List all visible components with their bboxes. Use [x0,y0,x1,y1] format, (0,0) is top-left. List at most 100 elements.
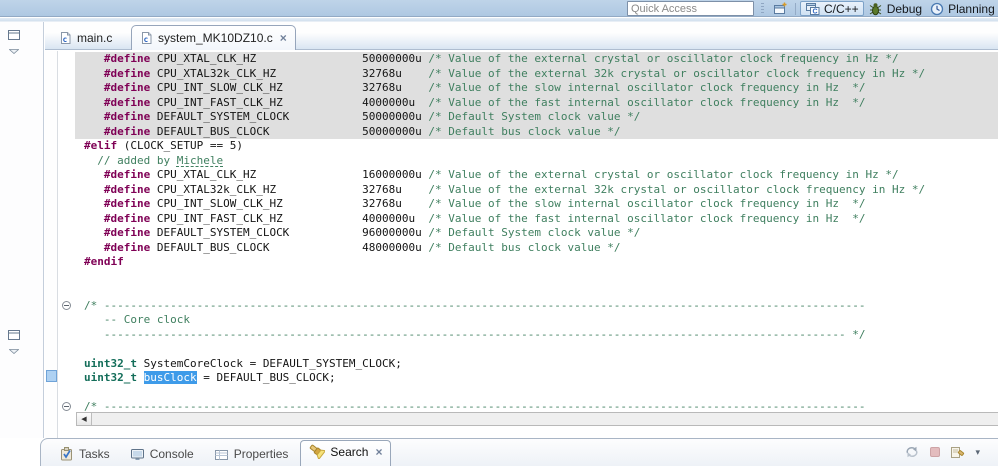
annotation-ruler[interactable] [45,51,58,438]
scroll-left-button[interactable]: ◀ [77,413,92,425]
view-menu-chevron-icon[interactable] [9,49,19,54]
editor-tab-main-c[interactable]: c main.c [51,26,120,50]
folding-margin[interactable] [59,51,75,438]
code-line[interactable]: #define DEFAULT_BUS_CLOCK 48000000u /* D… [75,241,998,256]
dropdown-arrow-icon[interactable]: ▾ [975,447,980,458]
code-token: #define [103,211,151,225]
search-icon [309,444,326,459]
toolbar-drag-handle[interactable] [761,3,764,14]
code-token: #define [103,66,151,80]
code-line[interactable]: #define CPU_XTAL_CLK_HZ 50000000u /* Val… [75,52,998,67]
view-tab-search[interactable]: Search × [300,440,392,466]
code-token: /* Value of the fast internal oscillator… [428,95,866,109]
code-line[interactable]: #define DEFAULT_SYSTEM_CLOCK 50000000u /… [75,110,998,125]
code-token: CPU_XTAL32k_CLK_HZ 32768u [150,66,429,80]
view-tab-properties[interactable]: Properties [206,444,297,466]
code-token: #define [103,182,151,196]
code-line[interactable]: ----------------------------------------… [75,328,998,343]
code-line[interactable]: -- Core clock [75,313,998,328]
code-token: uint32_t [84,371,137,384]
view-tab-label: Search [330,444,369,459]
code-token: = DEFAULT_BUS_CLOCK; [196,371,336,384]
stop-icon[interactable] [929,446,941,458]
quick-access-input[interactable] [627,1,754,16]
view-tab-label: Properties [233,447,289,461]
editor-tab-system-mk10dz10-c[interactable]: c system_MK10DZ10.c × [131,25,296,50]
horizontal-scrollbar[interactable]: ◀ [76,412,998,426]
editor-tab-label: main.c [77,31,113,45]
code-token: /* Value of the slow internal oscillator… [428,197,866,210]
view-tab-console[interactable]: Console [122,444,202,466]
code-token: #define [103,168,151,181]
code-token: (CLOCK_SETUP == 5) [117,139,243,152]
c-file-icon: c [59,31,72,45]
code-line[interactable]: #define CPU_INT_FAST_CLK_HZ 4000000u /* … [75,212,998,227]
perspective-button-debug[interactable]: Debug [864,1,926,16]
code-token: ----------------------------------------… [84,327,866,341]
tasks-icon [59,447,74,461]
close-icon[interactable]: × [280,31,287,45]
code-token: CPU_INT_SLOW_CLK_HZ 32768u [150,81,429,94]
code-line[interactable]: uint32_t SystemCoreClock = DEFAULT_SYSTE… [75,357,998,372]
code-line[interactable]: #elif (CLOCK_SETUP == 5) [75,139,998,154]
perspective-button-planning[interactable]: Planning [926,1,998,16]
code-line[interactable]: #define CPU_INT_FAST_CLK_HZ 4000000u /* … [75,96,998,111]
code-token: CPU_INT_FAST_CLK_HZ 4000000u [150,95,429,109]
code-token: DEFAULT_SYSTEM_CLOCK 96000000u [150,226,429,239]
close-icon[interactable]: × [375,445,382,459]
debug-icon [868,2,883,16]
code-token: #define [103,124,151,138]
previous-searches-icon[interactable] [950,445,966,459]
console-icon [130,448,145,461]
refresh-icon[interactable] [904,445,920,459]
view-menu-chevron-icon[interactable] [9,349,19,354]
code-token: busClock [143,371,197,384]
restore-view-button[interactable] [8,30,20,40]
restore-view-button[interactable] [8,330,20,340]
code-token: /* Value of the slow internal oscillator… [428,81,866,94]
code-token: /* Default bus clock value */ [428,240,621,254]
perspective-button-cpp[interactable]: C C/C++ [800,1,864,16]
code-area[interactable]: #define CPU_XTAL_CLK_HZ 50000000u /* Val… [75,52,998,415]
code-line[interactable]: #define CPU_XTAL_CLK_HZ 16000000u /* Val… [75,168,998,183]
toolbar-right-group: C C/C++ Debug Planning [627,0,998,17]
code-line[interactable]: /* -------------------------------------… [75,299,998,314]
code-line[interactable]: #define DEFAULT_BUS_CLOCK 50000000u /* D… [75,125,998,140]
minimized-views-bar [0,22,44,438]
code-token: CPU_XTAL_CLK_HZ 16000000u [150,168,429,181]
code-token: CPU_XTAL_CLK_HZ 50000000u [150,52,429,65]
main-toolbar: C C/C++ Debug Planning [0,0,998,17]
code-token: /* Value of the fast internal oscillator… [428,211,866,225]
view-tab-tasks[interactable]: Tasks [51,444,118,466]
code-token: DEFAULT_BUS_CLOCK 48000000u [150,240,429,254]
minimized-view-stack [8,30,20,54]
fold-collapse-icon[interactable] [62,402,71,411]
code-line[interactable]: #define DEFAULT_SYSTEM_CLOCK 96000000u /… [75,226,998,241]
scrollbar-track[interactable] [92,413,998,425]
code-token: #define [103,197,151,210]
eclipse-window: C C/C++ Debug Planning [0,0,998,466]
c-file-icon: c [140,31,153,45]
code-line[interactable]: // added by Michele [75,154,998,169]
code-token: #endif [84,255,124,268]
code-line[interactable]: #define CPU_INT_SLOW_CLK_HZ 32768u /* Va… [75,197,998,212]
fold-collapse-icon[interactable] [62,300,71,310]
code-token: -- Core clock [84,313,190,326]
code-line[interactable]: uint32_t busClock = DEFAULT_BUS_CLOCK; [75,371,998,386]
code-line[interactable]: #define CPU_INT_SLOW_CLK_HZ 32768u /* Va… [75,81,998,96]
code-line[interactable]: #define CPU_XTAL32k_CLK_HZ 32768u /* Val… [75,183,998,198]
code-token: DEFAULT_BUS_CLOCK 50000000u [150,124,429,138]
code-line[interactable]: #endif [75,255,998,270]
open-perspective-button[interactable] [769,1,791,16]
svg-text:c: c [63,35,68,44]
code-token: #define [103,110,151,123]
code-token: #define [103,240,151,254]
code-line[interactable]: #define CPU_XTAL32k_CLK_HZ 32768u /* Val… [75,67,998,82]
